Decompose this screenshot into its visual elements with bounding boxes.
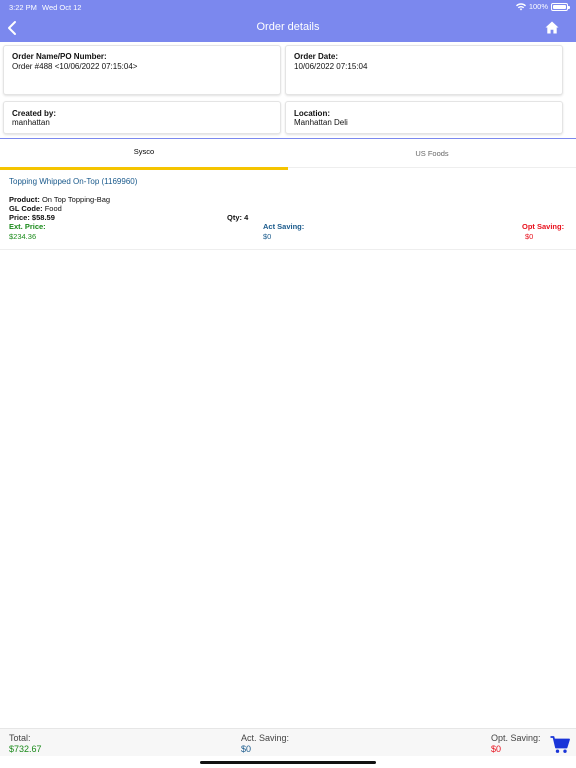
- page-title: Order details: [256, 21, 320, 33]
- product-label: Product:: [9, 195, 40, 204]
- opt-saving-value: $0: [525, 232, 534, 241]
- nav-header: 3:22 PM Wed Oct 12 100% Order details: [0, 0, 576, 42]
- act-saving-label: Act Saving:: [263, 222, 305, 231]
- wifi-icon: [515, 2, 526, 10]
- home-icon[interactable]: [545, 21, 559, 34]
- list-item[interactable]: Topping Whipped On-Top (1169960) Product…: [0, 168, 576, 250]
- gl-code-row: GL Code: Food: [9, 204, 62, 213]
- vendor-tabs: Sysco US Foods: [0, 138, 576, 170]
- price-text: Price: $58.59: [9, 213, 55, 222]
- status-right: 100%: [515, 2, 570, 11]
- cart-icon[interactable]: [550, 736, 570, 754]
- total-value: $732.67: [9, 744, 42, 754]
- home-indicator: [200, 761, 376, 764]
- gl-code-value: Food: [44, 204, 62, 213]
- status-bar: 3:22 PM Wed Oct 12 100%: [0, 0, 576, 14]
- total-label: Total:: [9, 733, 31, 743]
- status-date: Wed Oct 12: [42, 3, 82, 12]
- qty-text: Qty: 4: [227, 213, 249, 222]
- tab-us-foods[interactable]: US Foods: [288, 139, 576, 169]
- totals-footer: Total: $732.67 Act. Saving: $0 Opt. Savi…: [0, 728, 576, 756]
- footer-opt-saving-label: Opt. Saving:: [491, 733, 541, 743]
- order-name-value: Order #488 <10/06/2022 07:15:04>: [12, 62, 138, 71]
- location-card: Location: Manhattan Deli: [285, 101, 563, 134]
- footer-opt-saving-value: $0: [491, 744, 502, 754]
- location-value: Manhattan Deli: [294, 118, 348, 127]
- ext-price-value: $234.36: [9, 232, 37, 241]
- created-by-label: Created by:: [12, 109, 57, 118]
- ext-price-label: Ext. Price:: [9, 222, 46, 231]
- order-date-card: Order Date: 10/06/2022 07:15:04: [285, 45, 563, 95]
- created-by-card: Created by: manhattan: [3, 101, 281, 134]
- order-date-value: 10/06/2022 07:15:04: [294, 62, 368, 71]
- order-date-label: Order Date:: [294, 52, 339, 61]
- gl-code-label: GL Code:: [9, 204, 43, 213]
- product-value: On Top Topping-Bag: [41, 195, 111, 204]
- tab-sysco-label: Sysco: [133, 147, 155, 156]
- footer-act-saving-label: Act. Saving:: [241, 733, 290, 743]
- battery-icon: [551, 2, 570, 11]
- status-time: 3:22 PM: [9, 3, 37, 12]
- created-by-value: manhattan: [12, 118, 50, 127]
- footer-act-saving-value: $0: [241, 744, 252, 754]
- order-name-card: Order Name/PO Number: Order #488 <10/06/…: [3, 45, 281, 95]
- item-title[interactable]: Topping Whipped On-Top (1169960): [9, 177, 137, 186]
- opt-saving-label: Opt Saving:: [522, 222, 565, 231]
- tab-us-foods-label: US Foods: [415, 149, 449, 158]
- order-name-label: Order Name/PO Number:: [12, 52, 107, 61]
- battery-percent: 100%: [528, 2, 548, 11]
- location-label: Location:: [294, 109, 330, 118]
- tab-sysco[interactable]: Sysco: [0, 139, 288, 170]
- product-row: Product: On Top Topping-Bag: [9, 195, 110, 204]
- act-saving-value: $0: [263, 232, 272, 241]
